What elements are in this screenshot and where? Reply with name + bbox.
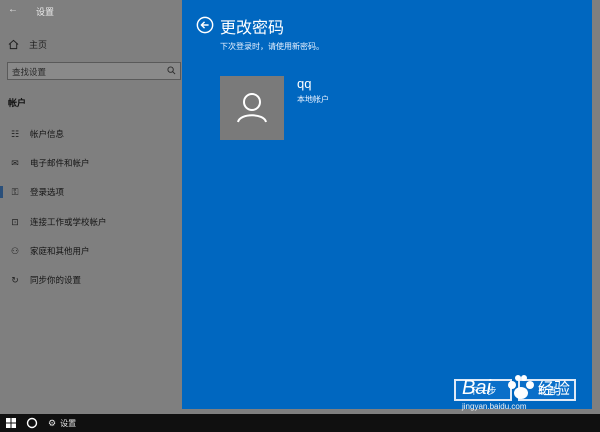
search-icon: [167, 66, 176, 75]
sync-icon: ↻: [11, 274, 19, 285]
account-type: 本地帐户: [297, 95, 329, 104]
home-icon: [8, 39, 19, 50]
svg-text:经验: 经验: [538, 379, 570, 398]
briefcase-icon: ⊡: [11, 216, 19, 227]
sidebar-item-account-info[interactable]: ☷ 帐户信息: [0, 124, 182, 144]
section-heading: 帐户: [8, 98, 27, 108]
taskbar: ⚙ 设置: [0, 414, 600, 432]
back-arrow-icon[interactable]: ←: [8, 4, 18, 15]
taskbar-app-label: 设置: [60, 418, 77, 428]
window-title: 设置: [36, 7, 55, 17]
key-icon: ⚿: [11, 186, 19, 197]
sidebar-item-sync[interactable]: ↻ 同步你的设置: [0, 270, 182, 290]
dialog-subtitle: 下次登录时，请使用新密码。: [220, 42, 324, 51]
sidebar-item-work-school[interactable]: ⊡ 连接工作或学校帐户: [0, 212, 182, 232]
account-info-icon: ☷: [10, 128, 20, 139]
dialog-title: 更改密码: [220, 20, 285, 37]
sidebar-item-label: 帐户信息: [30, 129, 65, 139]
title-bar: ← 设置: [0, 0, 190, 22]
windows-start-icon[interactable]: [6, 418, 16, 428]
avatar: [220, 76, 284, 140]
search-placeholder: 查找设置: [12, 67, 47, 77]
add-person-icon: ⚇: [10, 245, 20, 256]
account-name: qq: [297, 76, 312, 91]
watermark-url: jingyan.baidu.com: [462, 402, 527, 411]
sidebar-item-label: 连接工作或学校帐户: [30, 217, 107, 227]
search-input[interactable]: 查找设置: [7, 62, 181, 80]
sidebar-item-family[interactable]: ⚇ 家庭和其他用户: [0, 241, 182, 261]
user-icon: [237, 93, 267, 123]
change-password-dialog: 更改密码 下次登录时，请使用新密码。 qq 本地帐户 下一步 取消: [182, 0, 592, 409]
sidebar-item-label: 同步你的设置: [30, 275, 82, 285]
home-link[interactable]: 主页: [8, 38, 47, 51]
gear-icon: ⚙: [48, 417, 57, 428]
sidebar-item-email[interactable]: ✉ 电子邮件和帐户: [0, 153, 182, 173]
cortana-circle-icon[interactable]: [26, 417, 38, 429]
back-circle-icon[interactable]: [196, 16, 214, 34]
home-label: 主页: [29, 40, 48, 50]
mail-icon: ✉: [11, 157, 19, 168]
sidebar-item-label: 电子邮件和帐户: [30, 158, 90, 168]
taskbar-settings-app[interactable]: ⚙ 设置: [48, 414, 76, 432]
sidebar-item-label: 家庭和其他用户: [30, 246, 90, 256]
sidebar-item-label: 登录选项: [30, 187, 65, 197]
svg-text:Bai: Bai: [462, 377, 491, 399]
sidebar-item-sign-in-options[interactable]: ⚿ 登录选项: [0, 182, 182, 202]
